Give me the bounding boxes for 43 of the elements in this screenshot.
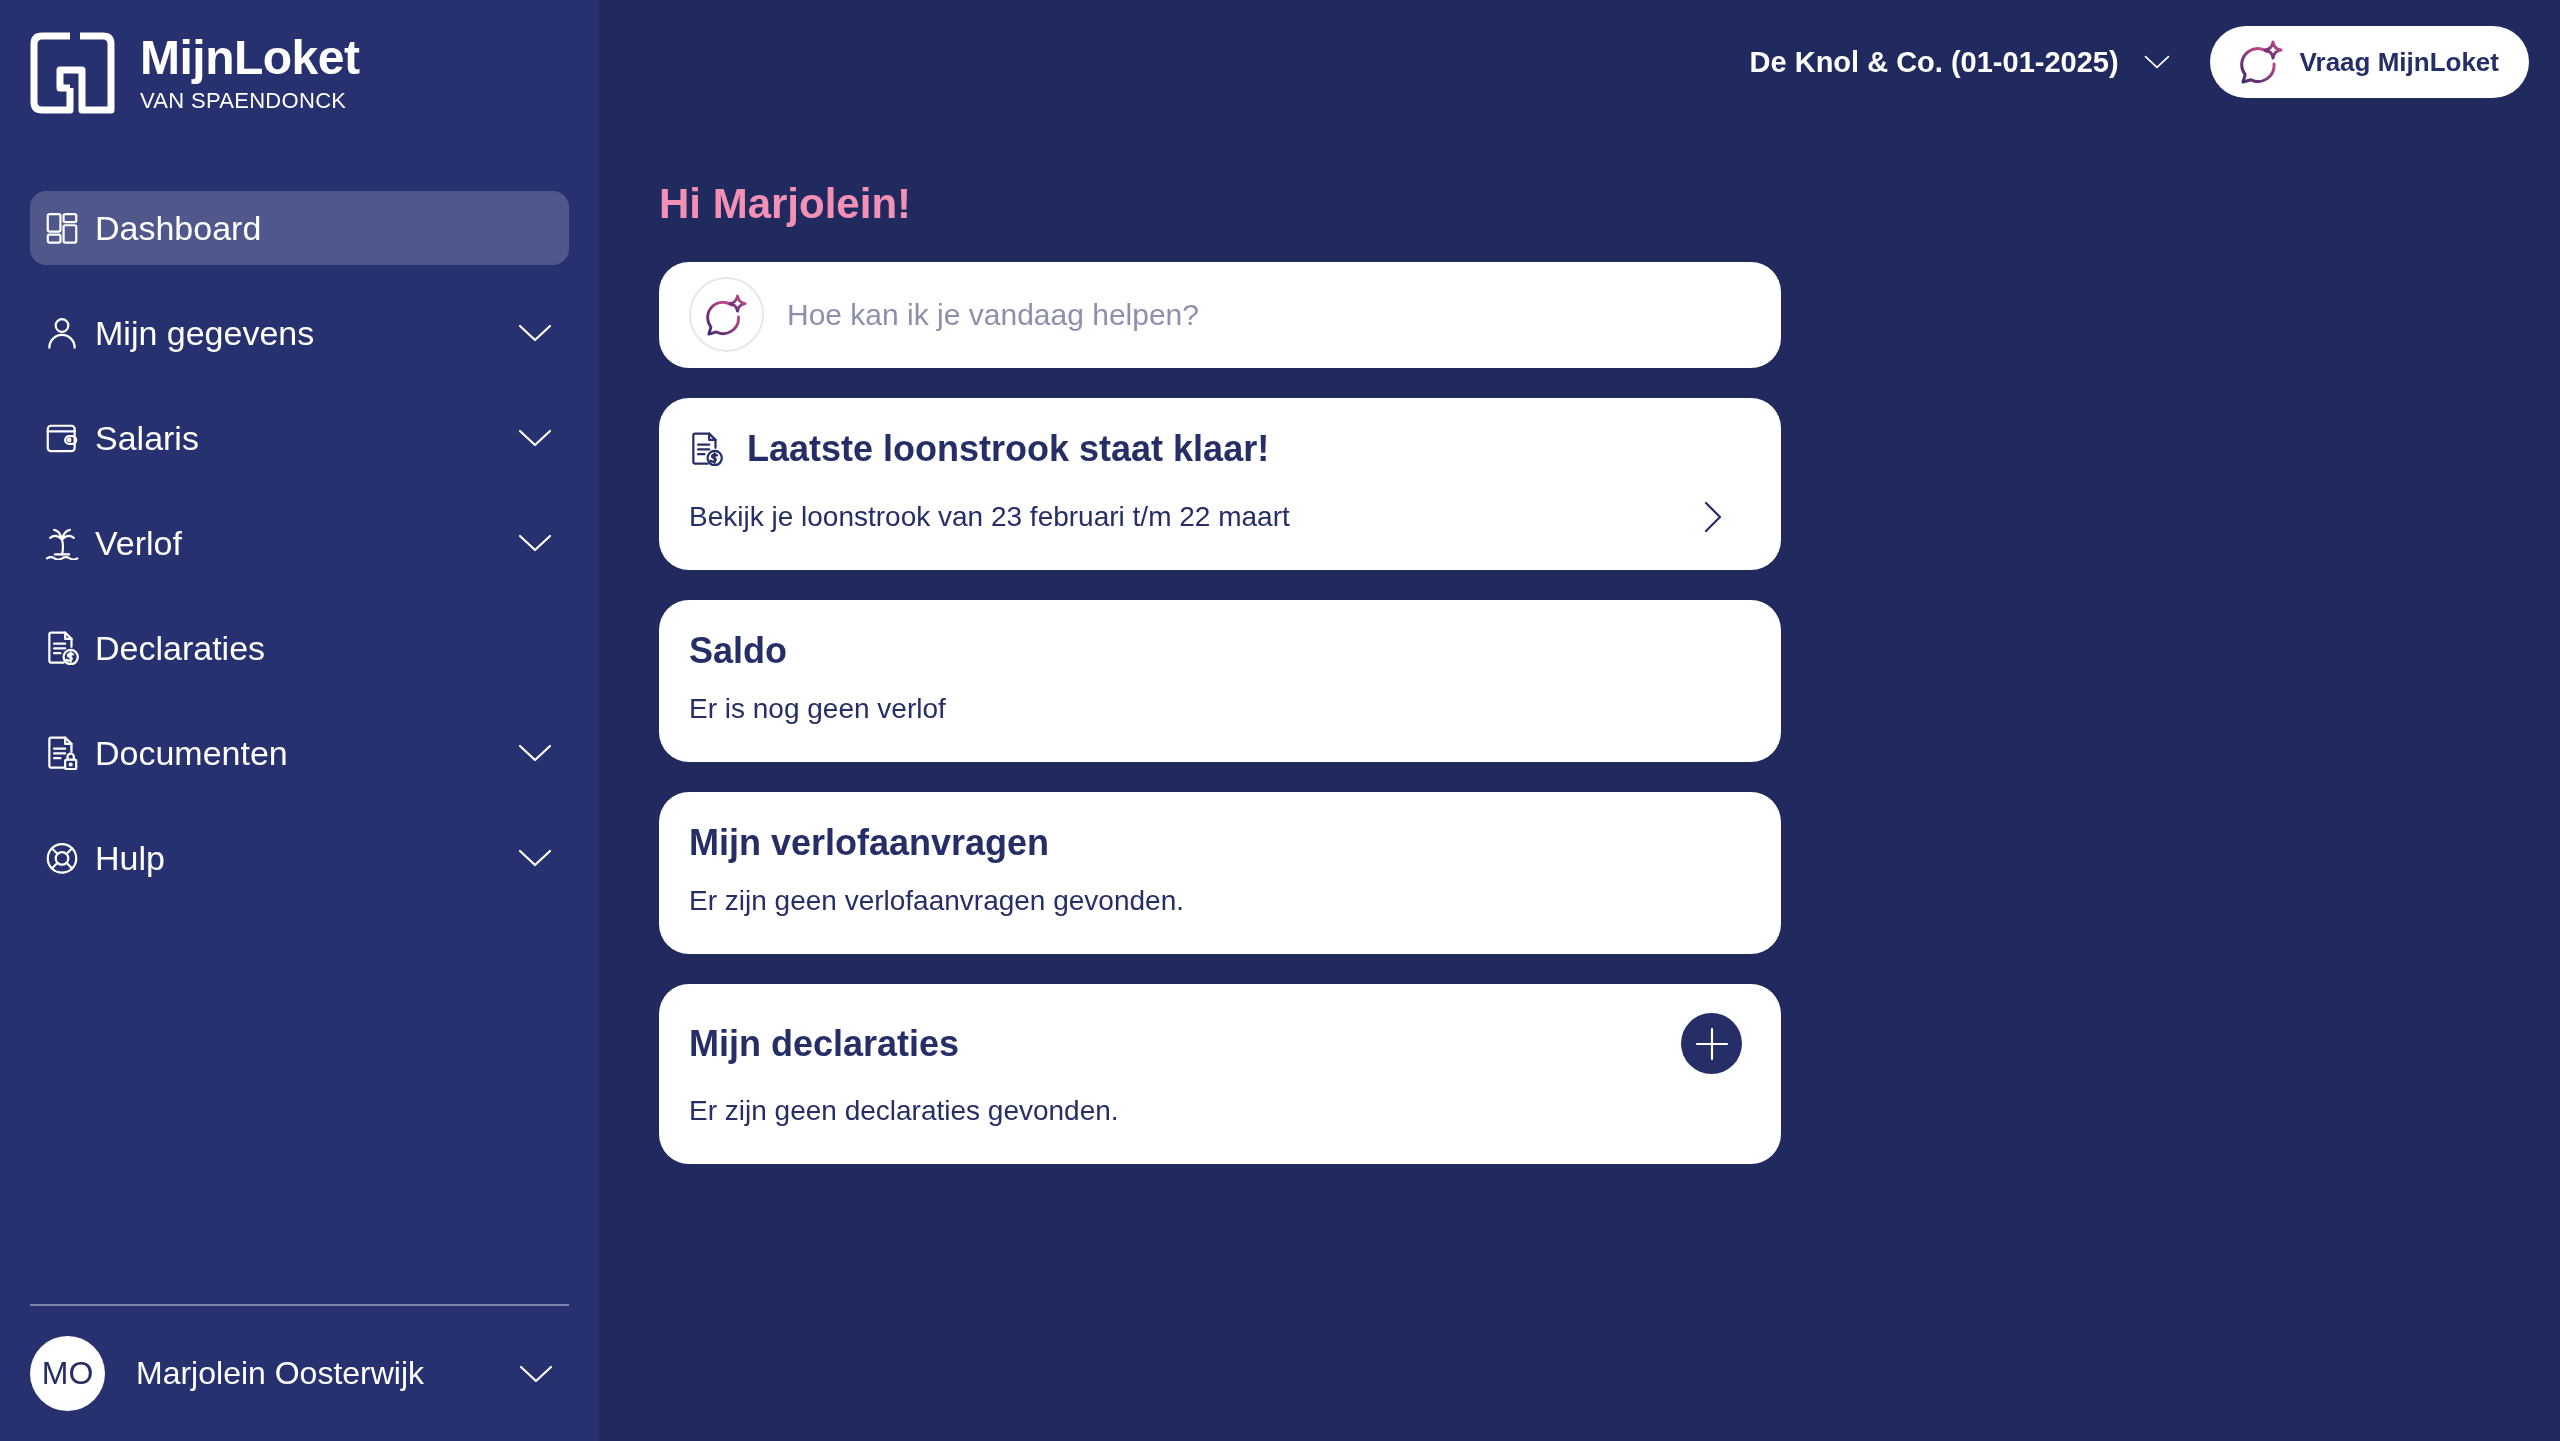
lifebuoy-icon (45, 841, 79, 875)
ask-field[interactable]: Hoe kan ik je vandaag helpen? (659, 262, 1781, 368)
chevron-down-icon[interactable] (518, 849, 552, 867)
sidebar-item[interactable]: Declaraties (30, 611, 569, 685)
sidebar-item[interactable]: Hulp (30, 821, 569, 895)
sidebar-item[interactable]: Salaris (30, 401, 569, 475)
logo-title: MijnLoket (140, 34, 360, 82)
add-button[interactable] (1681, 1013, 1742, 1074)
logo-icon (30, 32, 115, 114)
document-coin-icon (45, 631, 79, 665)
chevron-down-icon[interactable] (2143, 55, 2170, 69)
person-icon (45, 316, 79, 350)
user-name[interactable]: Marjolein Oosterwijk (136, 1355, 519, 1392)
card-title: Saldo (689, 629, 788, 672)
chevron-down-icon[interactable] (518, 744, 552, 762)
chevron-right-icon[interactable] (1703, 500, 1723, 534)
sidebar-item[interactable]: Verlof (30, 506, 569, 580)
palm-tree-icon (45, 526, 79, 560)
ask-button[interactable]: Vraag MijnLoket (2209, 26, 2529, 98)
card-title: Mijn verlofaanvragen (689, 821, 1051, 864)
employer-selector[interactable]: De Knol & Co. (01-01-2025) (1749, 45, 2170, 79)
card-title: Laatste loonstrook staat klaar! (747, 427, 1271, 470)
user-avatar[interactable]: MO (30, 1336, 105, 1411)
card-text: Er zijn geen verlofaanvragen gevonden. (689, 884, 1185, 918)
chevron-down-icon[interactable] (519, 1364, 553, 1383)
card-text: Er zijn geen declaraties gevonden. (689, 1094, 1120, 1128)
sidebar-item[interactable]: Mijn gegevens (30, 296, 569, 370)
dashboard-icon (45, 211, 79, 245)
sidebar-item[interactable]: Dashboard (30, 191, 569, 265)
link-card[interactable]: Laatste loonstrook staat klaar! Bekijk je loonstrook van 23 februari t/m 22 maart (659, 398, 1781, 570)
greeting-heading: Hi Marjolein! (659, 179, 913, 229)
chevron-down-icon[interactable] (518, 534, 552, 552)
sidebar-item[interactable]: Documenten (30, 716, 569, 790)
logo-subtitle: VAN SPAENDONCK (140, 90, 348, 112)
card-title: Mijn declaraties (689, 1022, 961, 1065)
card-text: Er is nog geen verlof (689, 692, 947, 726)
chevron-down-icon[interactable] (518, 324, 552, 342)
document-lock-icon (45, 736, 79, 770)
card-text: Bekijk je loonstrook van 23 februari t/m 22 maart (689, 500, 1291, 534)
chevron-down-icon[interactable] (518, 429, 552, 447)
chat-sparkle-icon (2239, 40, 2284, 84)
document-coin-icon (689, 431, 723, 466)
plus-icon (1694, 1026, 1729, 1061)
